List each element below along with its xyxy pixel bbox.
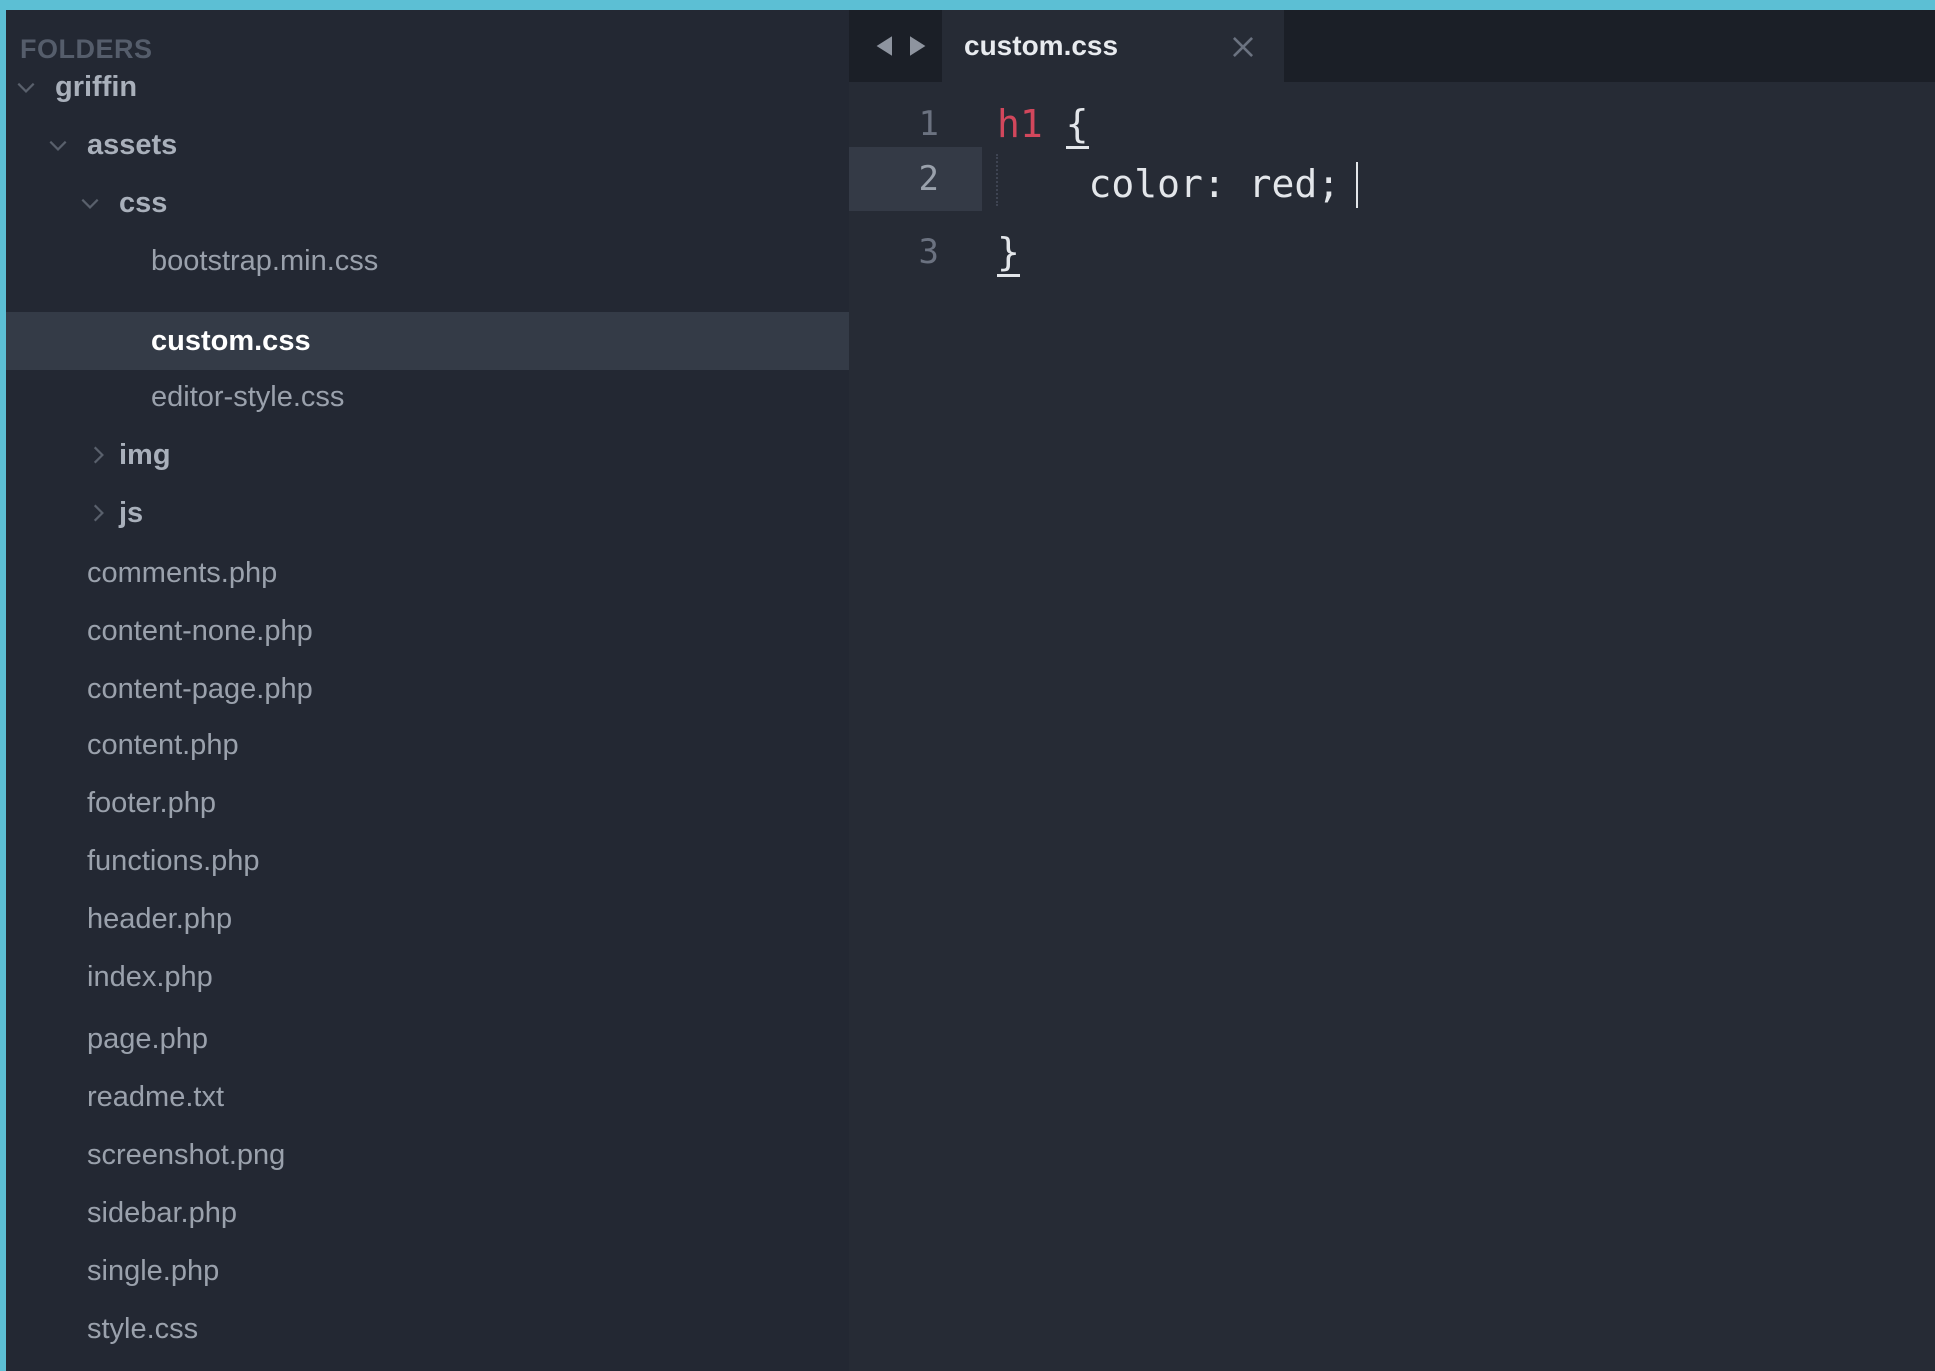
editor-window: FOLDERS griffin assets css bootstrap.min…	[6, 10, 1935, 1371]
code-line-2[interactable]: color: red;	[997, 152, 1341, 216]
tab-bar: custom.css	[849, 10, 1935, 82]
sidebar-item-label: custom.css	[151, 325, 311, 357]
sidebar-folder-assets[interactable]: assets	[6, 116, 849, 174]
sidebar-item-label: style.css	[87, 1313, 199, 1345]
close-brace: }	[997, 230, 1020, 277]
editor-pane[interactable]: custom.css 1 2 3 h1 { color: red; }	[849, 10, 1935, 1371]
sidebar-file-functions-php[interactable]: functions.php	[6, 832, 849, 890]
sidebar-file-style-css[interactable]: style.css	[6, 1300, 849, 1358]
tab-navigation	[857, 10, 937, 82]
sidebar-file-single-php[interactable]: single.php	[6, 1242, 849, 1300]
sidebar-file-comments-php[interactable]: comments.php	[6, 544, 849, 602]
sidebar-item-label: assets	[87, 129, 178, 161]
sidebar-item-label: img	[119, 439, 171, 471]
sidebar-item-label: content-none.php	[87, 615, 313, 647]
text-cursor	[1356, 162, 1358, 208]
sidebar-item-label: header.php	[87, 903, 233, 935]
sidebar-file-index-php[interactable]: index.php	[6, 948, 849, 1006]
css-selector: h1	[997, 102, 1043, 146]
sidebar-item-label: content.php	[87, 729, 239, 761]
sidebar-item-label: index.php	[87, 961, 213, 993]
sidebar-file-bootstrap-min-css[interactable]: bootstrap.min.css	[6, 232, 849, 290]
sidebar-item-label: readme.txt	[87, 1081, 224, 1113]
sidebar-file-editor-style-css[interactable]: editor-style.css	[6, 368, 849, 426]
sidebar-folder-css[interactable]: css	[6, 174, 849, 232]
sidebar-item-label: functions.php	[87, 845, 260, 877]
chevron-right-icon[interactable]	[86, 484, 110, 542]
sidebar-item-label: footer.php	[87, 787, 216, 819]
code-line-1[interactable]: h1 {	[997, 92, 1089, 156]
sidebar-file-screenshot-png[interactable]: screenshot.png	[6, 1126, 849, 1184]
sidebar-file-page-php[interactable]: page.php	[6, 1010, 849, 1068]
close-icon[interactable]	[1230, 34, 1256, 60]
tab-custom-css[interactable]: custom.css	[942, 10, 1284, 82]
chevron-down-icon[interactable]	[14, 58, 38, 116]
sidebar-item-label: sidebar.php	[87, 1197, 237, 1229]
sidebar-item-label: content-page.php	[87, 673, 313, 705]
sidebar-folder-js[interactable]: js	[6, 484, 849, 542]
sidebar: FOLDERS griffin assets css bootstrap.min…	[6, 10, 849, 1371]
line-number-active: 2	[918, 159, 939, 199]
chevron-right-icon[interactable]	[86, 426, 110, 484]
line-number: 3	[918, 232, 939, 272]
tab-label: custom.css	[964, 30, 1119, 61]
sidebar-item-label: css	[119, 187, 168, 219]
sidebar-item-label: page.php	[87, 1023, 208, 1055]
sidebar-item-label: js	[119, 497, 144, 529]
sidebar-folder-griffin[interactable]: griffin	[6, 58, 849, 116]
sidebar-file-content-php[interactable]: content.php	[6, 716, 849, 774]
sidebar-file-content-page-php[interactable]: content-page.php	[6, 660, 849, 718]
sidebar-file-sidebar-php[interactable]: sidebar.php	[6, 1184, 849, 1242]
open-brace: {	[1065, 102, 1089, 149]
sidebar-file-header-php[interactable]: header.php	[6, 890, 849, 948]
chevron-down-icon[interactable]	[46, 116, 70, 174]
chevron-down-icon[interactable]	[78, 174, 102, 232]
sidebar-item-label: screenshot.png	[87, 1139, 286, 1171]
right-arrow-icon[interactable]	[903, 32, 931, 60]
code-line-3[interactable]: }	[997, 220, 1020, 284]
sidebar-file-content-none-php[interactable]: content-none.php	[6, 602, 849, 660]
sidebar-item-label: comments.php	[87, 557, 278, 589]
sidebar-file-footer-php[interactable]: footer.php	[6, 774, 849, 832]
sidebar-item-label: editor-style.css	[151, 381, 345, 413]
sidebar-item-label: single.php	[87, 1255, 220, 1287]
sidebar-item-label: bootstrap.min.css	[151, 245, 379, 277]
sidebar-file-readme-txt[interactable]: readme.txt	[6, 1068, 849, 1126]
left-arrow-icon[interactable]	[871, 32, 899, 60]
sidebar-item-label: griffin	[55, 71, 138, 103]
sidebar-folder-img[interactable]: img	[6, 426, 849, 484]
sidebar-file-custom-css[interactable]: custom.css	[6, 312, 849, 370]
